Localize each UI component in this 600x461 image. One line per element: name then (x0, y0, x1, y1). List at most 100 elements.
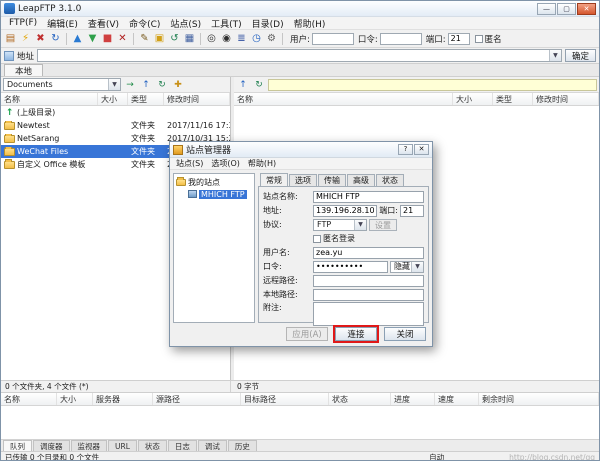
port-input[interactable] (448, 33, 470, 45)
chevron-down-icon[interactable]: ▼ (549, 50, 561, 61)
column-header-size[interactable]: 大小 (453, 93, 493, 105)
tab-status[interactable]: 状态 (138, 440, 167, 451)
note-input[interactable] (313, 302, 424, 326)
tab-debug[interactable]: 调试 (198, 440, 227, 451)
site-password-input[interactable] (313, 261, 388, 273)
tab-history[interactable]: 历史 (228, 440, 257, 451)
local-path-input[interactable] (313, 289, 424, 301)
options-icon[interactable]: ⚙ (264, 31, 279, 46)
tab-url[interactable]: URL (108, 440, 137, 451)
maximize-button[interactable]: ▢ (557, 3, 576, 15)
tab-local[interactable]: 本地 (4, 64, 43, 76)
menu-tools[interactable]: 工具(T) (206, 17, 247, 30)
password-input[interactable] (380, 33, 422, 45)
username-input[interactable] (313, 247, 424, 259)
protocol-select[interactable]: FTP ▼ (313, 219, 367, 231)
menu-help[interactable]: 帮助(H) (289, 17, 331, 30)
site-port-input[interactable] (400, 205, 424, 217)
protocol-settings-button[interactable]: 设置 (369, 219, 397, 231)
go-button[interactable]: 确定 (565, 49, 596, 62)
column-header-size[interactable]: 大小 (57, 393, 93, 405)
refresh-icon[interactable]: ↻ (252, 78, 266, 91)
dialog-menu-options[interactable]: 选项(O) (207, 158, 244, 169)
local-path-combo[interactable]: Documents ▼ (3, 78, 121, 91)
queue-icon[interactable]: ≣ (234, 31, 249, 46)
site-address-input[interactable] (313, 205, 377, 217)
tab-scheduler[interactable]: 调度器 (33, 440, 70, 451)
site-manager-icon[interactable]: ▤ (3, 31, 18, 46)
tab-monitor[interactable]: 监视器 (71, 440, 108, 451)
column-header-name[interactable]: 名称 (1, 93, 98, 105)
column-header-time[interactable]: 修改时间 (533, 93, 599, 105)
menu-site[interactable]: 站点(S) (165, 17, 206, 30)
refresh-icon[interactable]: ↻ (155, 78, 169, 91)
chevron-down-icon[interactable]: ▼ (411, 262, 423, 272)
close-button[interactable]: ✕ (577, 3, 596, 15)
download-icon[interactable]: ▼ (85, 31, 100, 46)
address-combo[interactable]: ▼ (37, 49, 562, 62)
up-dir-icon[interactable]: ↑ (139, 78, 153, 91)
dialog-menu-help[interactable]: 帮助(H) (244, 158, 280, 169)
chevron-down-icon[interactable]: ▼ (354, 220, 366, 230)
make-dir-icon[interactable]: ▣ (152, 31, 167, 46)
site-name-input[interactable] (313, 191, 424, 203)
column-header-status[interactable]: 状态 (329, 393, 391, 405)
column-header-source-path[interactable]: 源路径 (153, 393, 241, 405)
disconnect-icon[interactable]: ✖ (33, 31, 48, 46)
menu-edit[interactable]: 编辑(E) (42, 17, 83, 30)
anonymous-login-checkbox[interactable] (313, 235, 321, 243)
tab-advanced[interactable]: 高级 (347, 174, 375, 186)
column-header-target-path[interactable]: 目标路径 (241, 393, 329, 405)
new-folder-icon[interactable]: ✚ (171, 78, 185, 91)
anonymous-checkbox[interactable] (475, 35, 483, 43)
tab-queue[interactable]: 队列 (3, 440, 32, 451)
column-header-progress[interactable]: 进度 (391, 393, 435, 405)
column-header-time[interactable]: 修改时间 (164, 93, 230, 105)
list-item[interactable]: Newtest 文件夹 2017/11/16 17:30 (1, 119, 230, 132)
column-header-name[interactable]: 名称 (1, 393, 57, 405)
view-icon[interactable]: ▦ (182, 31, 197, 46)
reconnect-icon[interactable]: ↻ (48, 31, 63, 46)
column-header-server[interactable]: 服务器 (93, 393, 153, 405)
dialog-close-button[interactable]: ✕ (414, 144, 429, 155)
menu-view[interactable]: 查看(V) (83, 17, 124, 30)
chevron-down-icon[interactable]: ▼ (108, 79, 120, 90)
dialog-close-action-button[interactable]: 关闭 (384, 327, 426, 341)
column-header-speed[interactable]: 速度 (435, 393, 479, 405)
tree-item-site-selected[interactable]: MHICH FTP (188, 188, 252, 200)
tree-item-my-sites[interactable]: 我的站点 (176, 176, 252, 188)
scheduler-icon[interactable]: ◷ (249, 31, 264, 46)
apply-button[interactable]: 应用(A) (286, 327, 328, 341)
upload-icon[interactable]: ▲ (70, 31, 85, 46)
transfer-icon[interactable]: → (123, 78, 137, 91)
column-header-name[interactable]: 名称 (234, 93, 453, 105)
menu-ftp[interactable]: FTP(F) (4, 18, 42, 28)
connect-button[interactable]: 连接 (335, 327, 377, 341)
delete-icon[interactable]: ✕ (115, 31, 130, 46)
find-icon[interactable]: ◎ (204, 31, 219, 46)
column-header-size[interactable]: 大小 (98, 93, 128, 105)
refresh-icon[interactable]: ↺ (167, 31, 182, 46)
column-header-time-left[interactable]: 剩余时间 (479, 393, 599, 405)
rename-icon[interactable]: ✎ (137, 31, 152, 46)
column-header-type[interactable]: 类型 (128, 93, 164, 105)
column-header-type[interactable]: 类型 (493, 93, 533, 105)
tab-stats[interactable]: 状态 (376, 174, 404, 186)
list-item[interactable]: ↑(上级目录) (1, 106, 230, 119)
menu-directory[interactable]: 目录(D) (247, 17, 289, 30)
up-dir-icon[interactable]: ↑ (236, 78, 250, 91)
tab-general[interactable]: 常规 (260, 173, 288, 186)
tab-transfer[interactable]: 传输 (318, 174, 346, 186)
find-next-icon[interactable]: ◉ (219, 31, 234, 46)
minimize-button[interactable]: — (537, 3, 556, 15)
tab-log[interactable]: 日志 (168, 440, 197, 451)
dialog-help-button[interactable]: ? (398, 144, 413, 155)
abort-icon[interactable]: ■ (100, 31, 115, 46)
tab-options[interactable]: 选项 (289, 174, 317, 186)
password-display-select[interactable]: 隐藏 ▼ (390, 261, 424, 273)
user-input[interactable] (312, 33, 354, 45)
remote-path-input[interactable] (313, 275, 424, 287)
dialog-menu-site[interactable]: 站点(S) (172, 158, 207, 169)
quick-connect-icon[interactable]: ⚡ (18, 31, 33, 46)
remote-path-input[interactable] (268, 79, 597, 91)
